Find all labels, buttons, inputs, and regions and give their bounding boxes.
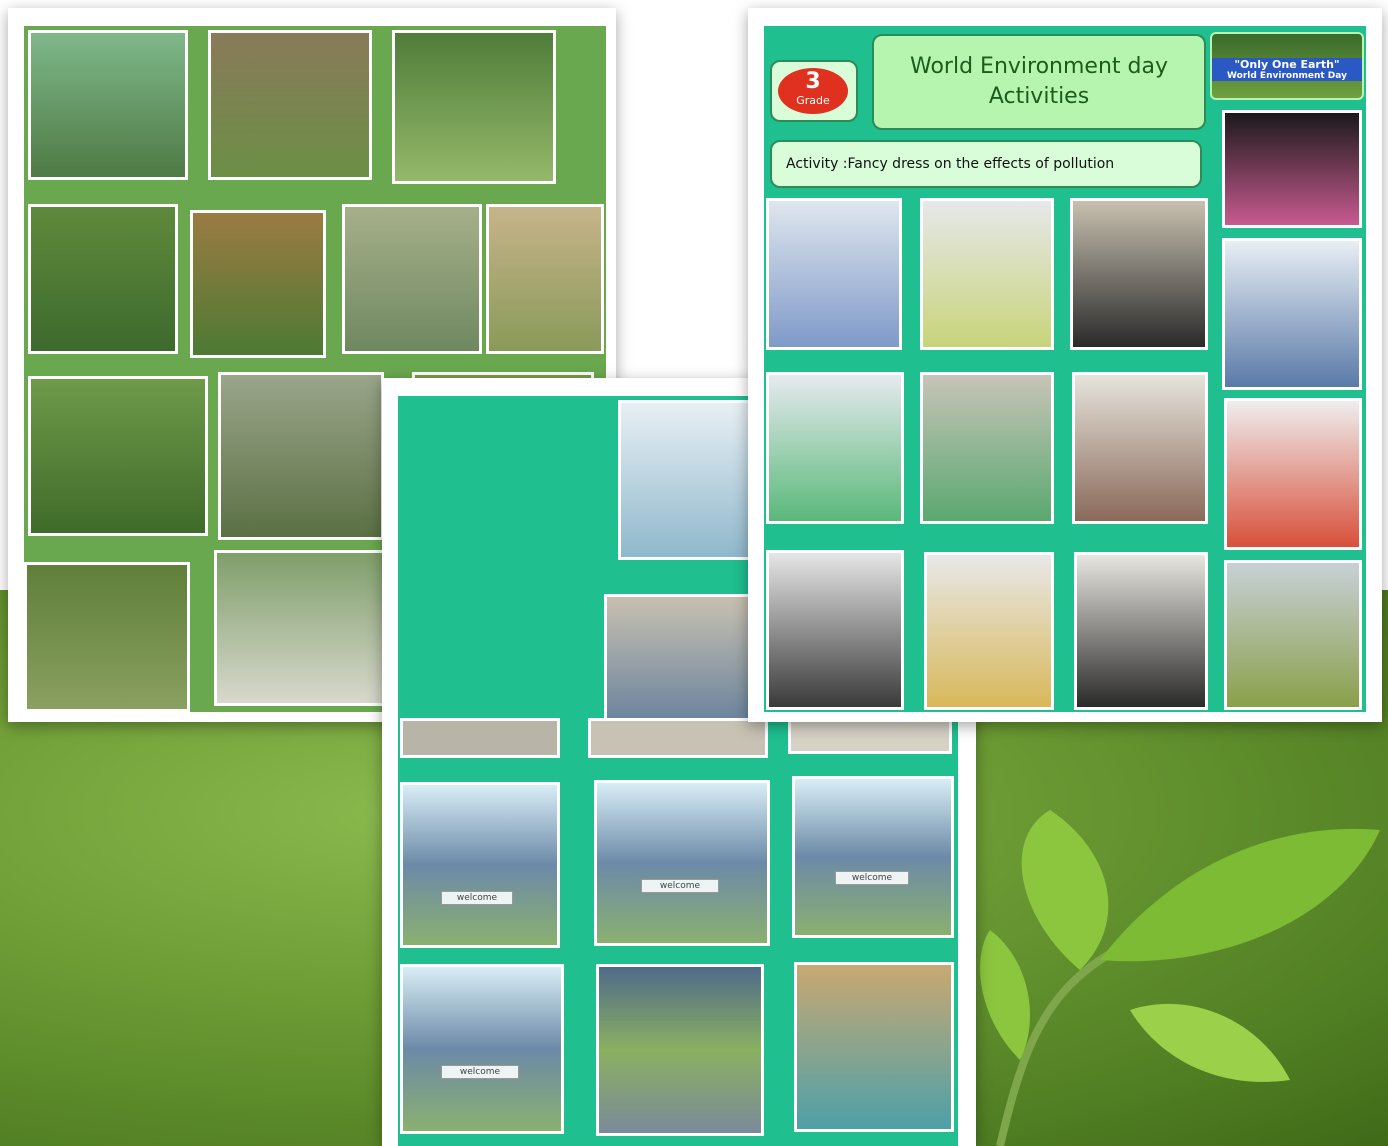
photo-collage-tree [214,550,402,706]
leaf-sprig-icon [980,810,1380,1146]
photo-girl-palm-2 [392,30,556,184]
grade-word: Grade [796,94,830,107]
photo-boy-date-palm [28,376,208,536]
earth-subtitle: World Environment Day [1212,71,1362,81]
photo-girl-palm [28,30,188,180]
photo-fancy-dress-8 [1074,552,1208,710]
photo-stage-students [618,400,768,560]
activity-label: Activity :Fancy dress on the effects of … [770,140,1202,188]
photo-fancy-dress-collage [766,550,904,710]
grade-number: 3 [805,69,821,94]
photo-stage-group-3: welcome [792,776,954,938]
welcome-sign-3: welcome [835,871,909,885]
photo-fancy-dress-3 [1070,198,1208,350]
photo-tree-costume [794,962,954,1132]
photo-boy-palm [190,210,326,358]
grade-circle: 3 Grade [778,68,848,114]
title-line-2: Activities [988,84,1090,109]
photo-stage-group-1: welcome [400,782,560,948]
welcome-sign-4: welcome [441,1065,519,1079]
grade-badge: 3 Grade [770,60,858,122]
photo-hall-top-mid [588,718,768,758]
poster-title: World Environment day Activities [872,34,1206,130]
photo-hall-top-right [788,718,952,754]
photo-child-acacia [486,204,604,354]
photo-fancy-dress-side-2 [1222,238,1362,390]
photo-stage-group-2: welcome [594,780,770,946]
photo-hall-top-left [400,718,560,758]
photo-students-costumes [596,964,764,1136]
welcome-sign-1: welcome [441,891,513,905]
photo-fancy-dress-1 [766,198,902,350]
poster-board-teal-right: 3 Grade World Environment day Activities… [764,26,1366,712]
photo-fancy-dress-7 [924,552,1054,710]
poster-fancy-dress: 3 Grade World Environment day Activities… [748,8,1382,722]
photo-girl-green-shirt [28,204,178,354]
photo-fancy-dress-side-4 [1224,560,1362,710]
photo-stage-group-4: welcome [400,964,564,1134]
photo-fancy-dress-4 [766,372,904,524]
earth-title: "Only One Earth" [1212,58,1362,71]
only-one-earth-banner: "Only One Earth" World Environment Day [1210,32,1364,100]
photo-fancy-dress-side-1 [1222,110,1362,228]
photo-girl-trees [342,204,482,354]
photo-boy-garden [218,372,384,540]
photo-fancy-dress-2 [920,198,1054,350]
welcome-sign-2: welcome [641,879,719,893]
photo-fancy-dress-5 [920,372,1054,524]
title-line-1: World Environment day [910,54,1168,79]
photo-boy-tree [208,30,372,180]
photo-girl-pink [24,562,190,712]
photo-fancy-dress-6 [1072,372,1208,524]
photo-fancy-dress-side-3 [1224,398,1362,550]
